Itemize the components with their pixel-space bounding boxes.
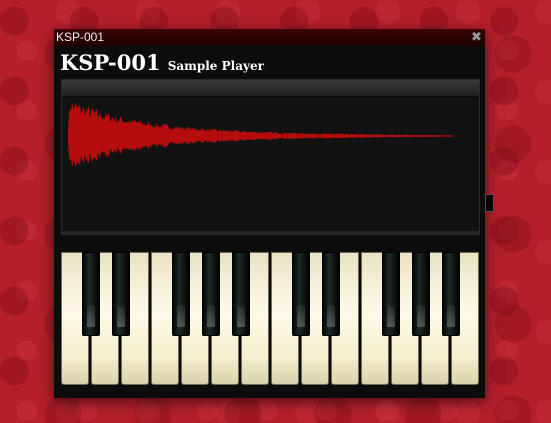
waveform-shape — [68, 102, 454, 167]
black-key[interactable] — [382, 252, 400, 336]
instrument-subtitle: Sample Player — [167, 59, 264, 73]
black-key[interactable] — [322, 252, 340, 336]
side-resize-handle[interactable] — [485, 194, 494, 212]
black-key[interactable] — [442, 252, 460, 336]
black-key[interactable] — [112, 252, 130, 336]
black-key[interactable] — [202, 252, 220, 336]
black-key[interactable] — [172, 252, 190, 336]
window-title: KSP-001 — [56, 30, 105, 44]
display-toolbar — [62, 80, 479, 97]
window-titlebar[interactable]: KSP-001 ✖ — [54, 29, 485, 46]
black-key[interactable] — [292, 252, 310, 336]
display-divider — [62, 231, 479, 234]
black-key[interactable] — [82, 252, 100, 336]
sample-waveform — [68, 102, 454, 167]
sample-player-window: KSP-001 ✖ KSP-001 Sample Player — [54, 29, 485, 398]
piano-keyboard[interactable] — [61, 252, 480, 387]
instrument-name: KSP-001 — [60, 50, 161, 75]
black-key[interactable] — [232, 252, 250, 336]
waveform-display — [61, 79, 480, 235]
app-header: KSP-001 Sample Player — [60, 50, 264, 75]
close-icon[interactable]: ✖ — [470, 31, 483, 44]
black-key[interactable] — [412, 252, 430, 336]
